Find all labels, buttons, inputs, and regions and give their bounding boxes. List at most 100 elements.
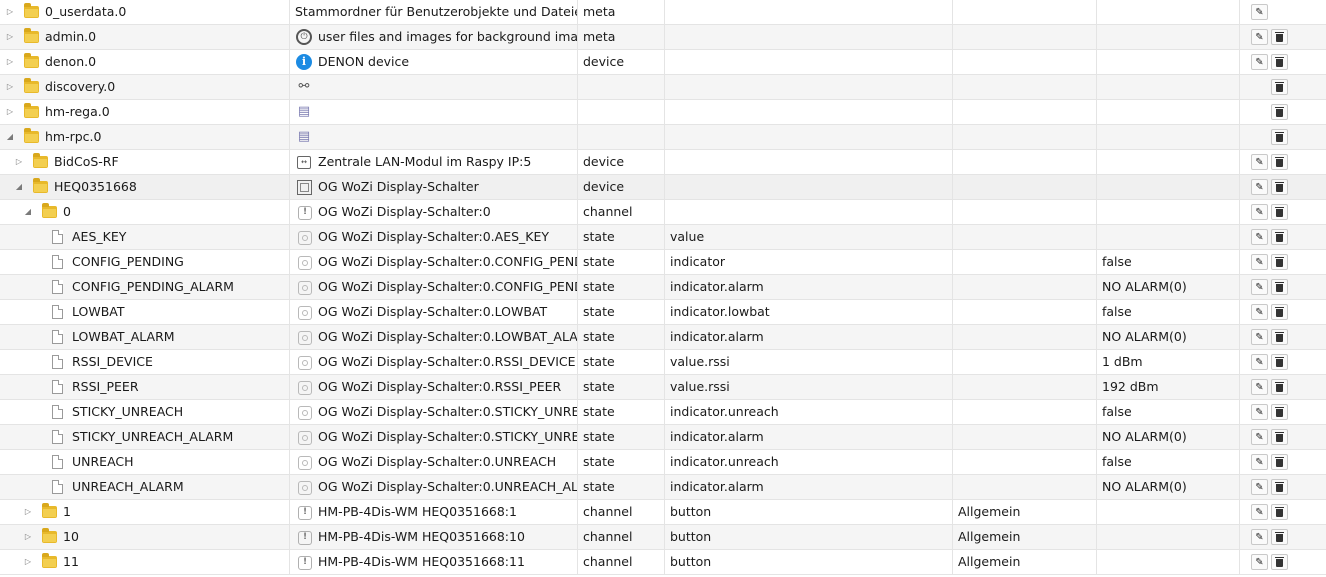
expand-arrow-icon[interactable]: ▷	[5, 100, 15, 124]
delete-button[interactable]	[1271, 454, 1288, 470]
role-cell	[665, 50, 953, 74]
delete-button[interactable]	[1271, 504, 1288, 520]
delete-button[interactable]	[1271, 304, 1288, 320]
edit-button[interactable]: ✎	[1251, 554, 1268, 570]
tree-row[interactable]: RSSI_DEVICE OG WoZi Display-Schalter:0.RS…	[0, 350, 1326, 375]
type-cell: state	[578, 475, 665, 499]
tree-row[interactable]: ◢ 0! OG WoZi Display-Schalter:0 channel ✎	[0, 200, 1326, 225]
edit-button[interactable]: ✎	[1251, 29, 1268, 45]
tree-row[interactable]: LOWBAT OG WoZi Display-Schalter:0.LOWBAT s…	[0, 300, 1326, 325]
tree-row[interactable]: ▷ 0_userdata.0 Stammordner für Benutzerobj…	[0, 0, 1326, 25]
edit-button[interactable]: ✎	[1251, 4, 1268, 20]
delete-button[interactable]	[1271, 554, 1288, 570]
room-cell	[953, 175, 1097, 199]
channel-icon: !	[298, 531, 312, 545]
edit-button[interactable]: ✎	[1251, 354, 1268, 370]
delete-button[interactable]	[1271, 279, 1288, 295]
tree-row[interactable]: RSSI_PEER OG WoZi Display-Schalter:0.RSSI…	[0, 375, 1326, 400]
name-cell: ! HM-PB-4Dis-WM HEQ0351668:10	[290, 525, 578, 549]
room-cell: Allgemein	[953, 500, 1097, 524]
room-cell	[953, 275, 1097, 299]
delete-button[interactable]	[1271, 179, 1288, 195]
actions-cell: ✎	[1240, 400, 1326, 424]
delete-button[interactable]	[1271, 129, 1288, 145]
room-cell	[953, 350, 1097, 374]
id-cell: UNREACH_ALARM	[0, 475, 290, 499]
tree-row[interactable]: CONFIG_PENDING_ALARM OG WoZi Display-Scha…	[0, 275, 1326, 300]
edit-button[interactable]: ✎	[1251, 529, 1268, 545]
delete-button[interactable]	[1271, 79, 1288, 95]
type-cell	[578, 125, 665, 149]
expand-arrow-icon[interactable]: ▷	[23, 550, 33, 574]
edit-button[interactable]: ✎	[1251, 279, 1268, 295]
edit-button[interactable]: ✎	[1251, 154, 1268, 170]
expand-arrow-icon[interactable]: ▷	[5, 50, 15, 74]
state-icon	[298, 481, 312, 495]
delete-button[interactable]	[1271, 229, 1288, 245]
file-icon	[52, 305, 63, 319]
edit-button[interactable]: ✎	[1251, 429, 1268, 445]
object-id: RSSI_DEVICE	[72, 354, 153, 369]
tree-row[interactable]: ▷ admin.0 ⏻ user files and images for backg…	[0, 25, 1326, 50]
collapse-arrow-icon[interactable]: ◢	[14, 175, 24, 199]
edit-button[interactable]: ✎	[1251, 179, 1268, 195]
tree-row[interactable]: UNREACH OG WoZi Display-Schalter:0.UNREAC…	[0, 450, 1326, 475]
delete-button[interactable]	[1271, 429, 1288, 445]
expand-arrow-icon[interactable]: ▷	[5, 0, 15, 24]
tree-row[interactable]: ◢ HEQ0351668 OG WoZi Display-Schalter devic…	[0, 175, 1326, 200]
expand-arrow-icon[interactable]: ▷	[23, 525, 33, 549]
edit-button[interactable]: ✎	[1251, 379, 1268, 395]
edit-button[interactable]: ✎	[1251, 254, 1268, 270]
tree-row[interactable]: ▷ 10! HM-PB-4Dis-WM HEQ0351668:10 channel bu…	[0, 525, 1326, 550]
edit-button[interactable]: ✎	[1251, 229, 1268, 245]
tree-row[interactable]: ▷ 11! HM-PB-4Dis-WM HEQ0351668:11 channel bu…	[0, 550, 1326, 575]
expand-arrow-icon[interactable]: ▷	[14, 150, 24, 174]
delete-button[interactable]	[1271, 529, 1288, 545]
state-icon	[298, 231, 312, 245]
tree-row[interactable]: ▷ discovery.0 ⚯	[0, 75, 1326, 100]
delete-button[interactable]	[1271, 154, 1288, 170]
tree-row[interactable]: UNREACH_ALARM OG WoZi Display-Schalter:0.…	[0, 475, 1326, 500]
delete-button[interactable]	[1271, 204, 1288, 220]
collapse-arrow-icon[interactable]: ◢	[5, 125, 15, 149]
pencil-icon: ✎	[1255, 332, 1264, 343]
delete-button[interactable]	[1271, 379, 1288, 395]
tree-row[interactable]: ▷ hm-rega.0 ▤	[0, 100, 1326, 125]
tree-row[interactable]: LOWBAT_ALARM OG WoZi Display-Schalter:0.L…	[0, 325, 1326, 350]
type-cell: state	[578, 225, 665, 249]
expand-arrow-icon[interactable]: ▷	[5, 75, 15, 99]
edit-button[interactable]: ✎	[1251, 54, 1268, 70]
object-id: 0_userdata.0	[45, 4, 127, 19]
delete-button[interactable]	[1271, 54, 1288, 70]
edit-button[interactable]: ✎	[1251, 204, 1268, 220]
delete-button[interactable]	[1271, 254, 1288, 270]
edit-button[interactable]: ✎	[1251, 504, 1268, 520]
expand-arrow-icon[interactable]: ▷	[23, 500, 33, 524]
pencil-icon: ✎	[1255, 557, 1264, 568]
delete-button[interactable]	[1271, 104, 1288, 120]
edit-button[interactable]: ✎	[1251, 479, 1268, 495]
name-cell: OG WoZi Display-Schalter:0.CONFIG_PENDI.…	[290, 250, 578, 274]
tree-row[interactable]: AES_KEY OG WoZi Display-Schalter:0.AES_KE…	[0, 225, 1326, 250]
delete-button[interactable]	[1271, 479, 1288, 495]
tree-row[interactable]: ▷ BidCoS-RF ↔ Zentrale LAN-Modul im Raspy I…	[0, 150, 1326, 175]
tree-row[interactable]: ◢ hm-rpc.0 ▤	[0, 125, 1326, 150]
edit-button[interactable]: ✎	[1251, 304, 1268, 320]
tree-row[interactable]: CONFIG_PENDING OG WoZi Display-Schalter:0…	[0, 250, 1326, 275]
edit-button[interactable]: ✎	[1251, 329, 1268, 345]
delete-button[interactable]	[1271, 404, 1288, 420]
expand-arrow-icon[interactable]: ▷	[5, 25, 15, 49]
delete-button[interactable]	[1271, 329, 1288, 345]
tree-row[interactable]: STICKY_UNREACH OG WoZi Display-Schalter:0…	[0, 400, 1326, 425]
tree-row[interactable]: ▷ 1! HM-PB-4Dis-WM HEQ0351668:1 channel butt…	[0, 500, 1326, 525]
delete-button[interactable]	[1271, 29, 1288, 45]
object-name: OG WoZi Display-Schalter:0.STICKY_UNREA.…	[318, 429, 578, 444]
collapse-arrow-icon[interactable]: ◢	[23, 200, 33, 224]
object-name: OG WoZi Display-Schalter	[318, 179, 479, 194]
role-cell	[665, 175, 953, 199]
edit-button[interactable]: ✎	[1251, 454, 1268, 470]
edit-button[interactable]: ✎	[1251, 404, 1268, 420]
tree-row[interactable]: STICKY_UNREACH_ALARM OG WoZi Display-Scha…	[0, 425, 1326, 450]
delete-button[interactable]	[1271, 354, 1288, 370]
tree-row[interactable]: ▷ denon.0 i DENON device device ✎	[0, 50, 1326, 75]
